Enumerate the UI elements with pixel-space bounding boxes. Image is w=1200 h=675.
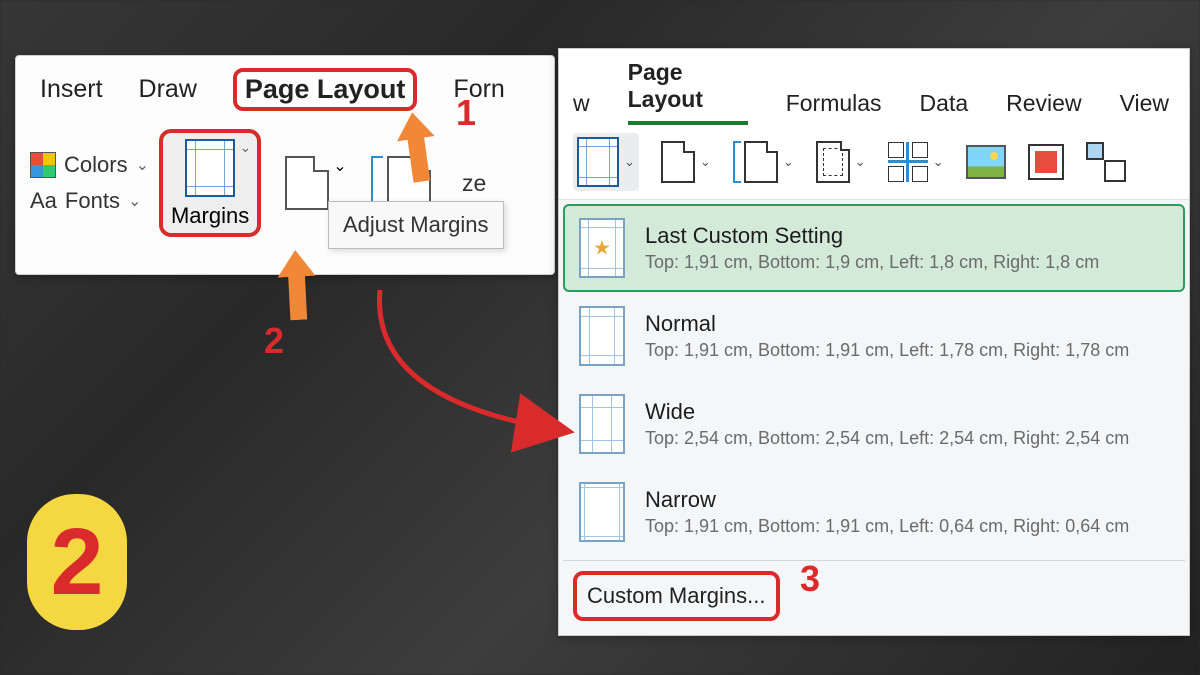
tab-page-layout[interactable]: Page Layout: [233, 68, 418, 111]
size-label-partial: ze: [462, 170, 486, 197]
option-desc: Top: 1,91 cm, Bottom: 1,9 cm, Left: 1,8 …: [645, 252, 1099, 273]
margin-option-normal[interactable]: Normal Top: 1,91 cm, Bottom: 1,91 cm, Le…: [563, 292, 1185, 380]
ribbon-left-snippet: Insert Draw Page Layout Forn Colors ⌄ Aa…: [15, 55, 555, 275]
annotation-number-3: 3: [800, 558, 820, 600]
margins-label: Margins: [171, 203, 249, 229]
chevron-down-icon: ⌄: [333, 156, 346, 176]
tab-view[interactable]: View: [1120, 90, 1169, 125]
option-desc: Top: 1,91 cm, Bottom: 1,91 cm, Left: 1,7…: [645, 340, 1129, 361]
option-title: Last Custom Setting: [645, 223, 1099, 249]
chevron-down-icon: ⌄: [700, 154, 711, 170]
ribbon-tabs-right: w Page Layout Formulas Data Review View: [559, 49, 1189, 125]
orientation-icon[interactable]: [285, 156, 329, 210]
selection-pane-button[interactable]: [1086, 142, 1126, 182]
print-titles-icon: [1028, 144, 1064, 180]
option-title: Narrow: [645, 487, 1129, 513]
separator: [563, 560, 1185, 561]
fonts-label: Fonts: [65, 188, 120, 214]
print-titles-button[interactable]: [1028, 144, 1064, 180]
tab-insert[interactable]: Insert: [40, 75, 103, 104]
fonts-button[interactable]: Aa Fonts ⌄: [30, 188, 149, 214]
breaks-button[interactable]: ⌄: [888, 142, 944, 182]
margin-thumb-icon: [579, 482, 625, 542]
option-desc: Top: 1,91 cm, Bottom: 1,91 cm, Left: 0,6…: [645, 516, 1129, 537]
orientation-icon: [661, 141, 695, 183]
chevron-down-icon: ⌄: [783, 154, 794, 170]
chevron-down-icon: ⌄: [240, 139, 252, 156]
margins-dropdown-list: ★ Last Custom Setting Top: 1,91 cm, Bott…: [559, 200, 1189, 635]
margin-thumb-icon: ★: [579, 218, 625, 278]
margin-option-narrow[interactable]: Narrow Top: 1,91 cm, Bottom: 1,91 cm, Le…: [563, 468, 1185, 556]
margins-icon: [577, 137, 619, 187]
colors-button[interactable]: Colors ⌄: [30, 152, 149, 178]
colors-icon: [30, 152, 56, 178]
margins-ribbon-button[interactable]: ⌄: [573, 133, 639, 191]
size-ribbon-button[interactable]: ⌄: [733, 141, 794, 183]
chevron-down-icon: ⌄: [624, 154, 635, 170]
margin-thumb-icon: [579, 394, 625, 454]
selection-icon: [1086, 142, 1126, 182]
margins-button[interactable]: ⌄ Margins: [159, 129, 261, 237]
tab-draw[interactable]: Draw: [139, 75, 197, 104]
ribbon-icons-right: ⌄ ⌄ ⌄ ⌄ ⌄: [559, 125, 1189, 200]
background-button[interactable]: [966, 145, 1006, 179]
tab-review[interactable]: Review: [1006, 90, 1081, 125]
picture-icon: [966, 145, 1006, 179]
chevron-down-icon: ⌄: [855, 154, 866, 170]
size-bracket-icon: [733, 141, 741, 183]
breaks-icon: [888, 142, 928, 182]
chevron-down-icon: ⌄: [128, 191, 141, 211]
option-title: Wide: [645, 399, 1129, 425]
margin-option-last-custom[interactable]: ★ Last Custom Setting Top: 1,91 cm, Bott…: [563, 204, 1185, 292]
print-area-icon: [816, 141, 850, 183]
star-icon: ★: [593, 236, 611, 261]
option-desc: Top: 2,54 cm, Bottom: 2,54 cm, Left: 2,5…: [645, 428, 1129, 449]
tab-formulas[interactable]: Formulas: [786, 90, 882, 125]
page-icon: [744, 141, 778, 183]
chevron-down-icon: ⌄: [933, 154, 944, 170]
print-area-button[interactable]: ⌄: [816, 141, 866, 183]
margins-dropdown-panel: w Page Layout Formulas Data Review View …: [558, 48, 1190, 636]
step-badge: 2: [27, 494, 127, 630]
fonts-icon: Aa: [30, 188, 57, 214]
margins-icon: [185, 139, 235, 197]
colors-label: Colors: [64, 152, 128, 178]
margin-option-wide[interactable]: Wide Top: 2,54 cm, Bottom: 2,54 cm, Left…: [563, 380, 1185, 468]
orientation-ribbon-button[interactable]: ⌄: [661, 141, 711, 183]
tab-prev-partial[interactable]: w: [573, 90, 590, 125]
annotation-number-1: 1: [456, 92, 476, 134]
annotation-number-2: 2: [264, 320, 284, 362]
tab-data[interactable]: Data: [920, 90, 969, 125]
step-badge-number: 2: [51, 508, 104, 617]
chevron-down-icon: ⌄: [136, 155, 149, 175]
custom-margins-button[interactable]: Custom Margins...: [573, 571, 780, 621]
option-title: Normal: [645, 311, 1129, 337]
tab-page-layout-active[interactable]: Page Layout: [628, 59, 748, 125]
adjust-margins-tooltip: Adjust Margins: [328, 201, 504, 249]
margin-thumb-icon: [579, 306, 625, 366]
